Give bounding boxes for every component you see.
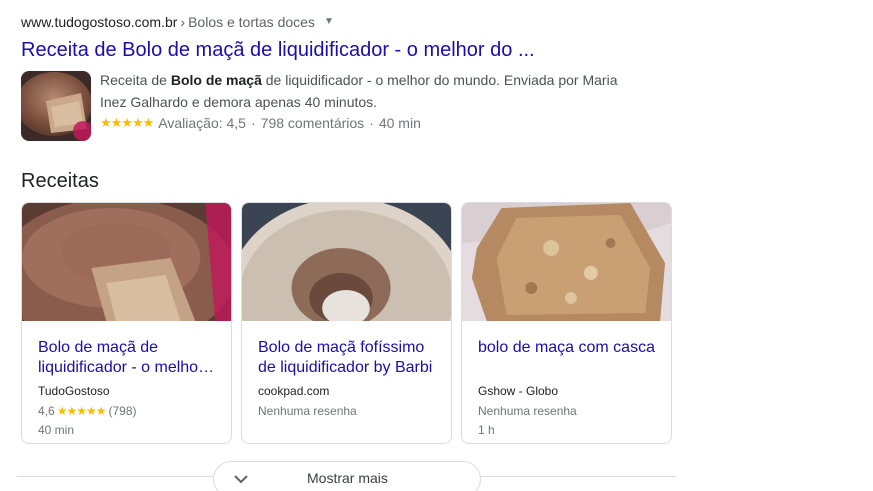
chevron-down-icon xyxy=(234,475,248,484)
recipe-image xyxy=(462,203,671,321)
card-source: TudoGostoso xyxy=(38,384,110,398)
recipe-card-title[interactable]: bolo de maça com casca xyxy=(478,338,655,378)
card-time: 40 min xyxy=(38,423,75,437)
search-result: www.tudogostoso.com.br › Bolos e tortas … xyxy=(21,12,641,141)
rating-stars-icon: ★★★★★ xyxy=(100,115,154,130)
recipe-card-title[interactable]: Bolo de maçã fofíssimo de liquidificador… xyxy=(258,338,435,378)
rating-stars-icon: ★★★★★ xyxy=(56,404,107,418)
show-more-label: Mostrar mais xyxy=(307,470,388,486)
breadcrumb-separator: › xyxy=(180,14,186,30)
card-rating: 4,6 ★★★★★ (798) xyxy=(38,402,215,421)
recipe-card[interactable]: Bolo de maçã fofíssimo de liquidificador… xyxy=(241,202,452,444)
separator-dot: · xyxy=(250,115,256,131)
recipe-card[interactable]: bolo de maça com casca Gshow - Globo Nen… xyxy=(461,202,672,444)
result-thumbnail[interactable] xyxy=(21,71,91,141)
card-review: Nenhuma resenha xyxy=(478,404,577,418)
card-review: Nenhuma resenha xyxy=(258,404,357,418)
card-title-line: de liquidificador by Barbi xyxy=(258,359,433,376)
rating-value: 4,6 xyxy=(38,404,55,418)
recipe-card-title[interactable]: Bolo de maçã de liquidificador - o melho… xyxy=(38,338,215,378)
result-cite[interactable]: www.tudogostoso.com.br › Bolos e tortas … xyxy=(21,12,641,32)
result-snippet-area: Receita de Bolo de maçã de liquidificado… xyxy=(21,69,641,141)
snippet-highlight: Bolo de maçã xyxy=(170,72,262,88)
show-more-button[interactable]: Mostrar mais xyxy=(213,461,481,491)
rating-label: Avaliação: 4,5 xyxy=(158,115,246,131)
result-rating-line: ★★★★★ Avaliação: 4,5 · 798 comentários ·… xyxy=(100,113,421,133)
card-title-line: liquidificador - o melho… xyxy=(38,359,215,376)
rating-count: (798) xyxy=(108,404,137,418)
card-title-line: Bolo de maçã de xyxy=(38,339,159,356)
card-title-line: Bolo de maçã fofíssimo xyxy=(258,339,425,356)
review-count: 798 comentários xyxy=(260,115,365,131)
separator-dot: · xyxy=(369,115,374,131)
recipe-card[interactable]: Bolo de maçã de liquidificador - o melho… xyxy=(21,202,232,444)
breadcrumb: Bolos e tortas doces xyxy=(188,14,315,30)
recipe-image xyxy=(22,203,231,348)
recipe-image xyxy=(242,203,451,398)
snippet-text-start: Receita de xyxy=(100,72,171,88)
card-title-line: bolo de maça com casca xyxy=(478,339,655,356)
result-snippet: Receita de Bolo de maçã de liquidificado… xyxy=(100,69,640,113)
cook-time: 40 min xyxy=(378,115,421,131)
card-source: cookpad.com xyxy=(258,384,330,398)
card-source: Gshow - Globo xyxy=(478,384,559,398)
card-time: 1 h xyxy=(478,423,495,437)
more-options-caret-icon[interactable]: ▼ xyxy=(324,12,334,32)
section-title: Receitas xyxy=(21,170,99,192)
cake-thumbnail-image xyxy=(21,71,91,141)
result-domain: www.tudogostoso.com.br xyxy=(21,14,178,30)
result-title-link[interactable]: Receita de Bolo de maçã de liquidificado… xyxy=(21,37,641,63)
